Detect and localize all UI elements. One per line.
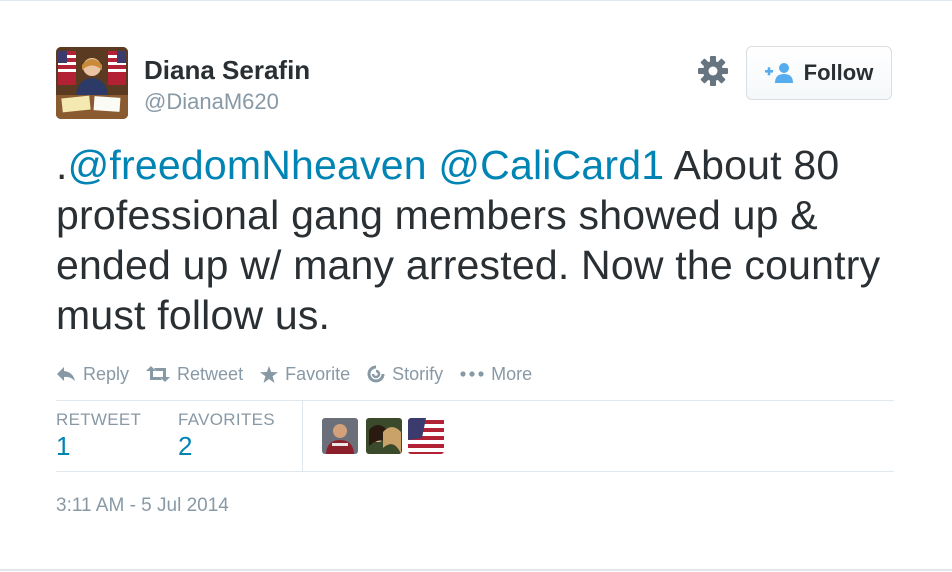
- reply-action[interactable]: Reply: [56, 364, 129, 385]
- stats-bottom-divider: [56, 471, 894, 472]
- more-action[interactable]: More: [460, 364, 532, 385]
- gear-icon[interactable]: [697, 55, 729, 87]
- retweet-count-label[interactable]: RETWEET: [56, 410, 141, 430]
- favorite-action[interactable]: Favorite: [260, 364, 350, 385]
- tweet-prefix: .: [56, 142, 68, 188]
- more-label: More: [491, 363, 533, 384]
- retweet-action[interactable]: Retweet: [146, 364, 243, 385]
- more-dots-icon: [460, 371, 484, 377]
- mention-link-freedomnheaven[interactable]: @freedomNheaven: [68, 142, 427, 188]
- storify-icon: [367, 365, 385, 383]
- tweet-timestamp[interactable]: 3:11 AM - 5 Jul 2014: [56, 495, 229, 517]
- retweet-count-value[interactable]: 1: [56, 431, 70, 462]
- engager-avatar[interactable]: [366, 418, 402, 454]
- engager-avatar[interactable]: [322, 418, 358, 454]
- tweet-text: .@freedomNheaven @CaliCard1 About 80 pro…: [56, 140, 906, 340]
- favorite-label: Favorite: [285, 363, 351, 384]
- profile-avatar[interactable]: [56, 47, 128, 119]
- star-icon: [260, 365, 279, 383]
- engager-avatar[interactable]: [408, 418, 444, 454]
- reply-icon: [57, 367, 75, 381]
- avatar-image: [56, 47, 128, 119]
- mention-link-calicard1[interactable]: @CaliCard1: [438, 142, 664, 188]
- stats-top-divider: [56, 400, 894, 401]
- retweet-label: Retweet: [177, 363, 244, 384]
- bottom-divider: [0, 569, 952, 571]
- follow-button[interactable]: Follow: [746, 46, 892, 100]
- follow-button-label: Follow: [803, 60, 874, 85]
- top-divider: [0, 0, 952, 1]
- add-user-icon: [764, 63, 793, 83]
- user-display-name[interactable]: Diana Serafin: [144, 55, 310, 86]
- storify-action[interactable]: Storify: [367, 364, 443, 385]
- favorite-count-label[interactable]: FAVORITES: [178, 410, 275, 430]
- user-handle[interactable]: @DianaM620: [144, 89, 279, 115]
- favorite-count-value[interactable]: 2: [178, 431, 192, 462]
- stats-vertical-divider: [302, 401, 303, 471]
- retweet-icon: [146, 366, 171, 382]
- tweet-actions: Reply Retweet Favorite Storify More: [56, 362, 549, 386]
- reply-label: Reply: [83, 363, 130, 384]
- storify-label: Storify: [392, 363, 444, 384]
